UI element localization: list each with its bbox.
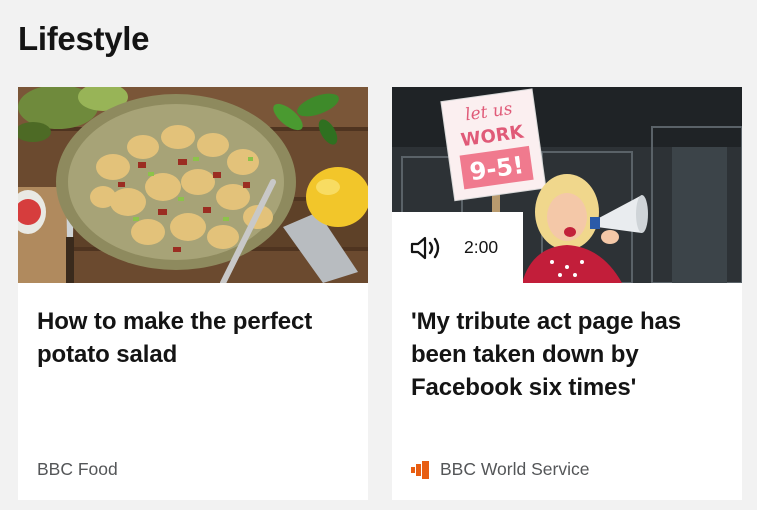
section-title: Lifestyle <box>18 20 150 57</box>
article-image[interactable]: let us WORK 9-5! 2:00 <box>392 87 742 283</box>
article-image[interactable] <box>18 87 368 283</box>
article-headline[interactable]: How to make the perfect potato salad <box>37 305 357 371</box>
article-card-tribute-act[interactable]: let us WORK 9-5! 2:00 'My tribute act pa… <box>392 87 742 500</box>
article-headline[interactable]: 'My tribute act page has been taken down… <box>411 305 731 404</box>
potato-salad-photo <box>18 87 368 283</box>
media-duration: 2:00 <box>464 237 499 257</box>
source-label: BBC Food <box>37 459 118 479</box>
article-card-potato-salad[interactable]: How to make the perfect potato salad BBC… <box>18 87 368 500</box>
article-source: BBC Food <box>37 459 118 480</box>
source-label: BBC World Service <box>440 459 590 479</box>
article-source: BBC World Service <box>411 459 589 480</box>
media-badge[interactable]: 2:00 <box>392 212 523 283</box>
world-service-logo-icon <box>411 460 431 479</box>
speaker-icon <box>410 235 444 261</box>
